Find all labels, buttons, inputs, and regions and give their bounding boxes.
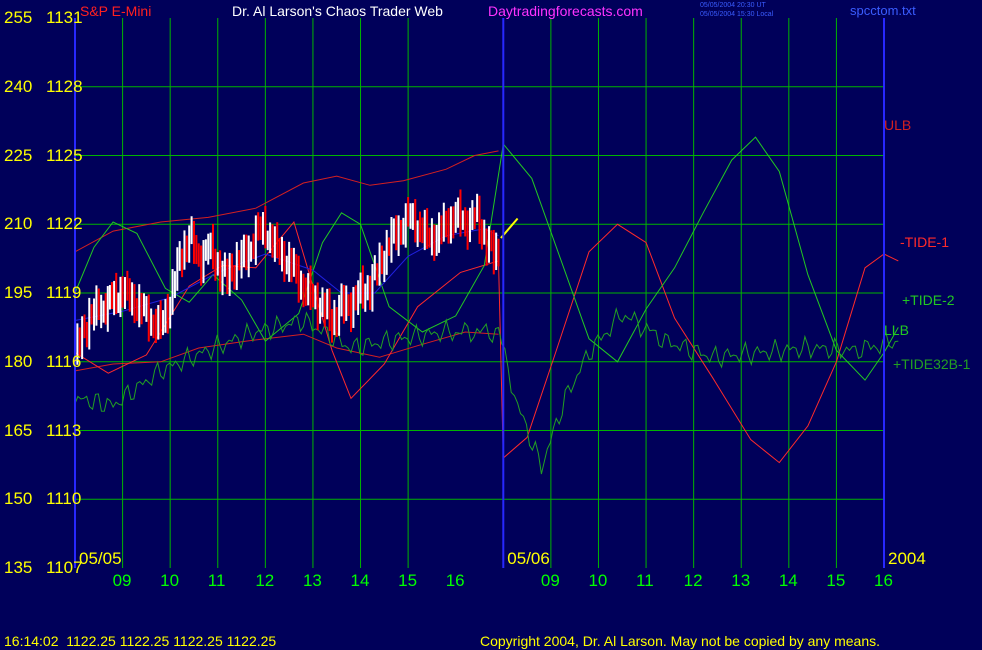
x-tick-label: 16 bbox=[874, 571, 893, 590]
series-label: +TIDE32B-1 bbox=[893, 356, 971, 372]
x-tick-label: 12 bbox=[255, 571, 275, 590]
y-tick-label-price: 1125 bbox=[46, 145, 83, 165]
y-tick-label-left: 180 bbox=[4, 351, 33, 371]
series-label: LLB bbox=[884, 322, 909, 338]
x-tick-label: 10 bbox=[160, 571, 180, 590]
y-tick-label-left: 255 bbox=[4, 8, 33, 27]
y-tick-label-price: 1128 bbox=[46, 76, 83, 96]
y-tick-label-price: 1110 bbox=[46, 489, 82, 509]
x-tick-label: 11 bbox=[636, 571, 654, 590]
website-link[interactable]: Daytradingforecasts.com bbox=[488, 4, 643, 18]
y-tick-label-price: 1119 bbox=[46, 283, 82, 302]
y-tick-label-price: 1131 bbox=[46, 8, 83, 27]
y-tick-label-left: 165 bbox=[4, 420, 33, 440]
y-tick-label-price: 1116 bbox=[46, 351, 82, 371]
x-date-label: 2004 bbox=[888, 549, 926, 568]
x-tick-label: 13 bbox=[302, 571, 322, 590]
data-file-name: spcctom.txt bbox=[850, 3, 916, 18]
x-tick-label: 14 bbox=[778, 571, 798, 590]
x-tick-label: 15 bbox=[826, 571, 846, 590]
series-label: -TIDE-1 bbox=[900, 234, 949, 250]
instrument-label: S&P E-Mini bbox=[80, 3, 152, 19]
x-tick-label: 15 bbox=[398, 571, 418, 590]
y-tick-label-price: 1113 bbox=[46, 420, 82, 440]
y-tick-label-price: 1107 bbox=[46, 558, 83, 577]
x-tick-label: 09 bbox=[112, 571, 132, 590]
y-tick-label-left: 150 bbox=[4, 489, 33, 509]
series-label: +TIDE-2 bbox=[902, 292, 955, 308]
copyright-notice: Copyright 2004, Dr. Al Larson. May not b… bbox=[480, 633, 881, 649]
y-tick-label-left: 195 bbox=[4, 283, 33, 302]
x-tick-label: 11 bbox=[207, 571, 226, 590]
x-tick-label: 12 bbox=[683, 571, 703, 590]
timestamp-ut: 05/05/2004 20:30 UT bbox=[700, 2, 766, 9]
x-date-label: 05/05 bbox=[79, 549, 122, 568]
timestamp-local: 05/05/2004 15:30 Local bbox=[700, 11, 774, 18]
x-tick-label: 16 bbox=[445, 571, 465, 590]
chart-canvas bbox=[0, 0, 982, 650]
quote-line: 16:14:02 1122.25 1122.25 1122.25 1122.25 bbox=[4, 633, 277, 649]
y-tick-label-price: 1122 bbox=[46, 214, 83, 234]
y-tick-label-left: 240 bbox=[4, 76, 33, 96]
x-tick-label: 13 bbox=[731, 571, 751, 590]
x-tick-label: 14 bbox=[350, 571, 370, 590]
x-tick-label: 09 bbox=[540, 571, 560, 590]
y-tick-label-left: 210 bbox=[4, 214, 33, 234]
y-tick-label-left: 225 bbox=[4, 145, 33, 165]
chart-title: Dr. Al Larson's Chaos Trader Web bbox=[232, 3, 443, 19]
x-tick-label: 10 bbox=[588, 571, 608, 590]
y-tick-label-left: 135 bbox=[4, 558, 33, 577]
series-label: ULB bbox=[884, 117, 912, 133]
chart-background bbox=[0, 0, 982, 650]
x-date-label: 05/06 bbox=[507, 549, 550, 568]
